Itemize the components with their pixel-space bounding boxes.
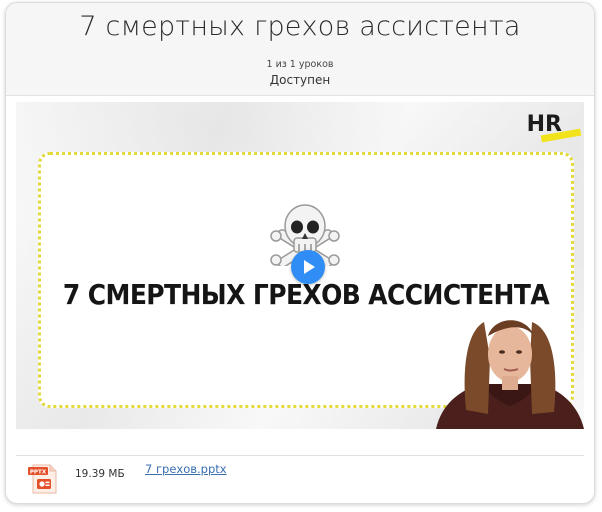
file-size: 19.39 МБ bbox=[75, 468, 125, 480]
lesson-header: 7 смертных грехов ассистента 1 из 1 урок… bbox=[6, 3, 594, 96]
lesson-card: 7 смертных грехов ассистента 1 из 1 урок… bbox=[5, 2, 595, 504]
lesson-counter: 1 из 1 уроков bbox=[266, 59, 334, 70]
video-player[interactable]: HR 7 СМЕРТНЫХ ГРЕХОВ АССИСТЕНТА bbox=[16, 102, 584, 429]
file-type-badge: PPTX bbox=[30, 469, 47, 475]
play-button[interactable] bbox=[291, 250, 325, 284]
lesson-title: 7 смертных грехов ассистента bbox=[79, 11, 521, 42]
pptx-file-icon: PPTX bbox=[28, 464, 57, 494]
divider bbox=[16, 455, 584, 456]
attachment-row: PPTX 19.39 МБ 7 грехов.pptx bbox=[6, 458, 594, 498]
video-title-text: 7 СМЕРТНЫХ ГРЕХОВ АССИСТЕНТА bbox=[62, 278, 550, 311]
hr-logo: HR bbox=[527, 112, 581, 143]
file-download-link[interactable]: 7 грехов.pptx bbox=[145, 462, 227, 476]
presenter-image bbox=[436, 320, 584, 429]
lesson-status: Доступен bbox=[269, 73, 331, 87]
